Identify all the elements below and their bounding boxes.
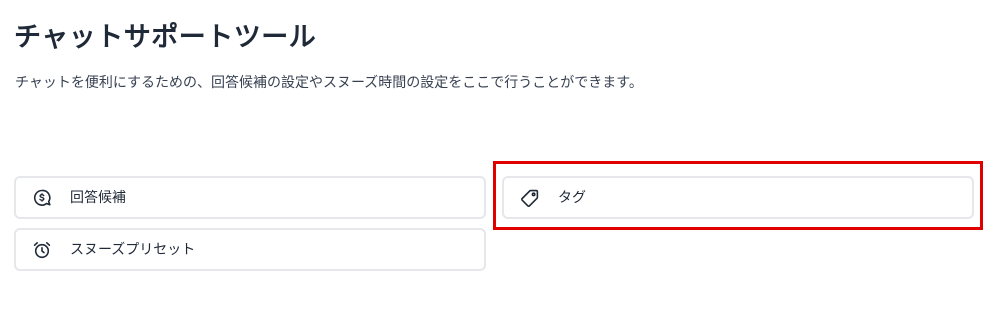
chat-dollar-icon — [32, 188, 52, 208]
tag-card[interactable]: タグ — [502, 176, 974, 219]
snooze-preset-label: スヌーズプリセット — [70, 241, 196, 258]
answer-candidates-label: 回答候補 — [70, 189, 126, 206]
page-title: チャットサポートツール — [14, 22, 317, 53]
answer-candidates-card[interactable]: 回答候補 — [14, 176, 486, 219]
tag-label: タグ — [558, 189, 586, 206]
tag-icon — [520, 188, 540, 208]
snooze-preset-card[interactable]: スヌーズプリセット — [14, 228, 486, 271]
alarm-clock-icon — [32, 240, 52, 260]
page-description: チャットを便利にするための、回答候補の設定やスヌーズ時間の設定をここで行うことが… — [15, 75, 643, 91]
